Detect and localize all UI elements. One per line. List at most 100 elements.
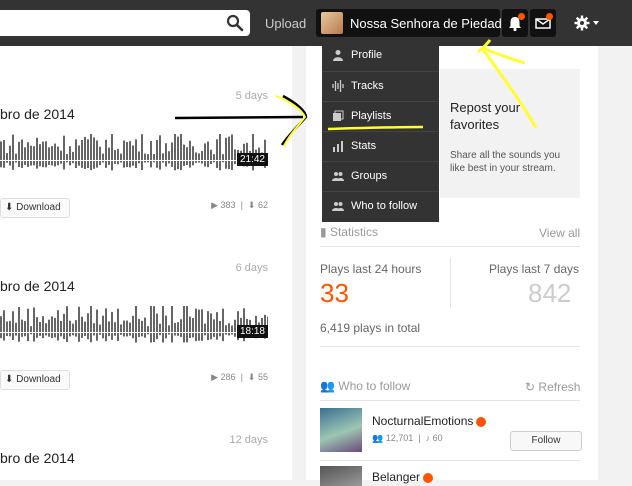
waveform-bar (231, 325, 233, 335)
waveform-bar (141, 134, 143, 171)
menu-item-playlists[interactable]: Playlists (322, 101, 439, 131)
menu-item-groups[interactable]: Groups (322, 161, 439, 191)
search-icon[interactable] (226, 14, 244, 32)
waveform-bar (87, 139, 89, 169)
gear-icon (574, 15, 599, 31)
waveform-bar (198, 153, 200, 163)
menu-item-tracks[interactable]: Tracks (322, 71, 439, 101)
waveform-bar (138, 151, 140, 164)
waveform-bar (171, 306, 173, 343)
download-button[interactable]: ⬇ Download (0, 370, 70, 390)
waveform-bar (180, 134, 182, 171)
chevron-down-icon (593, 21, 599, 25)
waveform[interactable] (0, 134, 268, 178)
menu-item-label: Playlists (351, 110, 392, 122)
waveform-bar (105, 308, 107, 342)
download-count-icon: ⬇ (247, 372, 256, 382)
waveform-bar (99, 146, 101, 166)
waveform-bar (129, 141, 131, 168)
waveform-bar (138, 318, 140, 338)
waveform-bar (33, 146, 35, 166)
stream-item: 5 days bro de 2014 21:42 ⬇ Download ▶ 38… (0, 46, 292, 218)
waveform-bar (54, 143, 56, 167)
messages-button[interactable] (530, 9, 556, 37)
waveform-bar (18, 306, 20, 342)
download-button[interactable]: ⬇ Download (0, 198, 70, 218)
track-title[interactable]: bro de 2014 (0, 450, 75, 466)
waveform-bar (117, 308, 119, 342)
waveform-bar (108, 147, 110, 165)
waveform-bar (213, 154, 215, 163)
waveform[interactable] (0, 306, 268, 350)
track-age: 12 days (229, 434, 268, 446)
waveform-bar (183, 306, 185, 343)
column-divider (292, 46, 306, 480)
waveform-bar (189, 316, 191, 339)
menu-item-profile[interactable]: Profile (322, 41, 439, 70)
waveform-bar (186, 147, 188, 165)
waveform-bar (105, 139, 107, 168)
separator (320, 246, 580, 247)
who-to-follow-label: Who to follow (338, 379, 411, 393)
stats-icon: ▮ (320, 225, 327, 239)
track-title[interactable]: bro de 2014 (0, 278, 75, 294)
waveform-bar (216, 312, 218, 340)
waveform-bar (201, 150, 203, 164)
suggested-user-label: NocturnalEmotions (372, 414, 474, 428)
total-plays: 6,419 plays in total (320, 321, 421, 335)
waveform-bar (93, 137, 95, 169)
waveform-bar (162, 153, 164, 163)
waveform-bar (90, 134, 92, 171)
suggested-user-name[interactable]: NocturnalEmotions (372, 414, 487, 428)
menu-item-label: Groups (351, 170, 388, 182)
waveform-bar (75, 320, 77, 337)
waveform-bar (60, 320, 62, 337)
waveform-bar (144, 153, 146, 163)
waveform-bar (12, 311, 14, 341)
waveform-bar (84, 136, 86, 169)
refresh-link[interactable]: ↻ Refresh (525, 380, 580, 394)
waveform-bar (93, 323, 95, 336)
waveform-bar (216, 139, 218, 169)
waveform-bar (228, 136, 230, 170)
pro-badge-icon (423, 472, 434, 483)
stats-icon (333, 141, 343, 152)
menu-item-who-to-follow[interactable]: Who to follow (322, 191, 439, 221)
waveform-bar (222, 154, 224, 163)
suggested-user-name[interactable]: Belanger (372, 470, 434, 484)
avatar (321, 12, 343, 34)
view-all-link[interactable]: View all (539, 226, 580, 240)
waveform-bar (129, 322, 131, 336)
waveform-bar (234, 319, 236, 337)
waveform-bar (192, 146, 194, 166)
repost-promo: Repost your favorites Share all the soun… (440, 69, 580, 198)
waveform-bar (15, 153, 17, 163)
notifications-button[interactable] (502, 9, 528, 37)
settings-button[interactable] (570, 13, 604, 33)
user-menu-button[interactable]: Nossa Senhora de Piedade (316, 9, 509, 37)
user-thumbnail[interactable] (320, 408, 362, 452)
download-icon: ⬇ (5, 202, 14, 213)
waveform-bar (45, 141, 47, 168)
search-input[interactable] (0, 10, 220, 36)
waveform-bar (36, 317, 38, 338)
play-count: 286 (220, 372, 236, 382)
waveform-bar (135, 306, 137, 343)
menu-item-label: Profile (351, 49, 383, 61)
waveform-bar (69, 146, 71, 166)
waveform-bar (132, 315, 134, 339)
waveform-bar (204, 323, 206, 336)
waveform-bar (24, 147, 26, 165)
waveform-bar (204, 143, 206, 167)
pro-badge-icon (476, 416, 487, 427)
menu-item-stats[interactable]: Stats (322, 131, 439, 161)
username: Nossa Senhora de Piedade (350, 16, 510, 31)
track-title[interactable]: bro de 2014 (0, 106, 75, 122)
user-thumbnail[interactable] (320, 466, 362, 486)
upload-link[interactable]: Upload (265, 16, 306, 31)
waveform-bar (3, 310, 5, 341)
waveform-bar (63, 135, 65, 170)
follow-button[interactable]: Follow (510, 431, 582, 451)
track-duration: 18:18 (236, 325, 268, 338)
waveform-bar (120, 324, 122, 335)
